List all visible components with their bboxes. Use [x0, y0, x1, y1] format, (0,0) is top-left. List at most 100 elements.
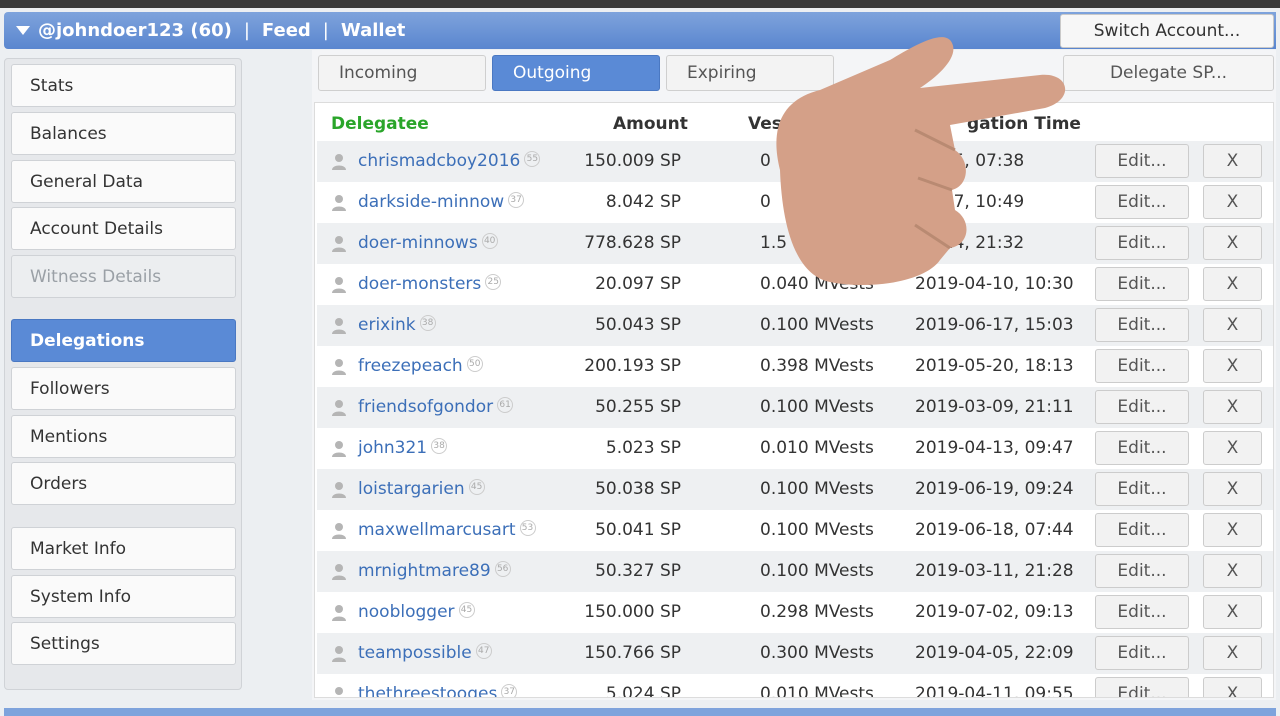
table-row: freezepeach 50 200.193 SP 0.398 MVests 2019-…	[317, 346, 1273, 387]
delegatee-link[interactable]: teampossible	[358, 643, 472, 663]
remove-delegation-button[interactable]: X	[1203, 554, 1262, 588]
reputation-badge: 50	[466, 356, 483, 372]
vests-value: 0.298 MVests	[760, 602, 874, 622]
sidebar-item-settings[interactable]: Settings	[11, 622, 236, 665]
delegatee-link[interactable]: erixink	[358, 315, 416, 335]
amount-value: 8.042 SP	[605, 192, 681, 212]
edit-button[interactable]: Edit...	[1095, 431, 1189, 465]
wallet-link[interactable]: Wallet	[341, 20, 406, 41]
remove-delegation-button[interactable]: X	[1203, 308, 1262, 342]
remove-delegation-button[interactable]: X	[1203, 472, 1262, 506]
tab-expiring[interactable]: Expiring	[666, 55, 834, 91]
remove-delegation-button[interactable]: X	[1203, 636, 1262, 670]
vests-value: 0.100 MVests	[760, 520, 874, 540]
delegatee-link[interactable]: loistargarien	[358, 479, 465, 499]
edit-button[interactable]: Edit...	[1095, 390, 1189, 424]
edit-button[interactable]: Edit...	[1095, 595, 1189, 629]
edit-button[interactable]: Edit...	[1095, 185, 1189, 219]
reputation-badge: 37	[501, 684, 518, 697]
delegation-time-value: 03-14, 21:32	[915, 233, 1025, 253]
user-icon	[332, 646, 346, 662]
sidebar-item-stats[interactable]: Stats	[11, 64, 236, 107]
amount-value: 150.009 SP	[584, 151, 681, 171]
reputation-badge: 61	[497, 397, 514, 413]
user-icon	[332, 236, 346, 252]
remove-delegation-button[interactable]: X	[1203, 390, 1262, 424]
sidebar-item-mentions[interactable]: Mentions	[11, 415, 236, 458]
delegation-time-value: 2019-06-18, 07:44	[915, 520, 1074, 540]
delegatee-link[interactable]: doer-monsters	[358, 274, 481, 294]
delegation-time-value: 2019-07-02, 09:13	[915, 602, 1074, 622]
sidebar-item-followers[interactable]: Followers	[11, 367, 236, 410]
switch-account-button[interactable]: Switch Account...	[1060, 14, 1274, 48]
sidebar-item-delegations[interactable]: Delegations	[11, 319, 236, 362]
reputation-badge: 38	[419, 315, 436, 331]
reputation-badge: 47	[475, 643, 492, 659]
remove-delegation-button[interactable]: X	[1203, 144, 1262, 178]
table-row: darkside-minnow 37 8.042 SP 0 03-17, 10:49 Ed…	[317, 182, 1273, 223]
delegatee-link[interactable]: nooblogger	[358, 602, 455, 622]
sidebar-item-balances[interactable]: Balances	[11, 112, 236, 155]
amount-value: 50.043 SP	[595, 315, 681, 335]
edit-button[interactable]: Edit...	[1095, 513, 1189, 547]
delegatee-link[interactable]: friendsofgondor	[358, 397, 493, 417]
edit-button[interactable]: Edit...	[1095, 636, 1189, 670]
edit-button[interactable]: Edit...	[1095, 226, 1189, 260]
delegatee-link[interactable]: doer-minnows	[358, 233, 478, 253]
edit-button[interactable]: Edit...	[1095, 308, 1189, 342]
column-header-delegatee[interactable]: Delegatee	[331, 114, 429, 134]
delegation-time-value: 03-17, 10:49	[915, 192, 1025, 212]
sidebar-item-orders[interactable]: Orders	[11, 462, 236, 505]
sidebar-item-system-info[interactable]: System Info	[11, 575, 236, 618]
account-name[interactable]: @johndoer123 (60)	[38, 20, 232, 41]
amount-value: 20.097 SP	[595, 274, 681, 294]
edit-button[interactable]: Edit...	[1095, 472, 1189, 506]
remove-delegation-button[interactable]: X	[1203, 677, 1262, 697]
table-row: loistargarien 45 50.038 SP 0.100 MVests 2019…	[317, 469, 1273, 510]
tab-outgoing[interactable]: Outgoing	[492, 55, 660, 91]
vests-value: 0.100 MVests	[760, 315, 874, 335]
remove-delegation-button[interactable]: X	[1203, 185, 1262, 219]
tab-incoming[interactable]: Incoming	[318, 55, 486, 91]
column-header-amount[interactable]: Amount	[613, 114, 688, 134]
edit-button[interactable]: Edit...	[1095, 554, 1189, 588]
header-separator: |	[322, 20, 329, 41]
remove-delegation-button[interactable]: X	[1203, 513, 1262, 547]
sidebar-item-general-data[interactable]: General Data	[11, 160, 236, 203]
reputation-badge: 55	[524, 151, 541, 167]
delegation-time-value: 2019-04-13, 09:47	[915, 438, 1074, 458]
sidebar-item-market-info[interactable]: Market Info	[11, 527, 236, 570]
edit-button[interactable]: Edit...	[1095, 677, 1189, 697]
table-row: friendsofgondor 61 50.255 SP 0.100 MVests 20…	[317, 387, 1273, 428]
delegatee-link[interactable]: darkside-minnow	[358, 192, 504, 212]
amount-value: 150.000 SP	[584, 602, 681, 622]
remove-delegation-button[interactable]: X	[1203, 226, 1262, 260]
delegation-time-value: 2019-06-17, 15:03	[915, 315, 1074, 335]
sidebar-item-account-details[interactable]: Account Details	[11, 207, 236, 250]
reputation-badge: 45	[458, 602, 475, 618]
table-row: doer-monsters 25 20.097 SP 0.040 MVests 2019…	[317, 264, 1273, 305]
delegatee-link[interactable]: maxwellmarcusart	[358, 520, 516, 540]
column-header-vests[interactable]: Ves	[748, 114, 782, 134]
table-row: doer-minnows 40 778.628 SP 1.5 03-14, 21:32 E…	[317, 223, 1273, 264]
delegatee-link[interactable]: freezepeach	[358, 356, 463, 376]
vests-value: 1.5	[760, 233, 788, 253]
account-dropdown-caret-icon[interactable]	[16, 26, 30, 35]
remove-delegation-button[interactable]: X	[1203, 267, 1262, 301]
delegate-sp-button[interactable]: Delegate SP...	[1063, 55, 1274, 91]
delegatee-link[interactable]: mrnightmare89	[358, 561, 491, 581]
delegatee-link[interactable]: john321	[358, 438, 427, 458]
remove-delegation-button[interactable]: X	[1203, 595, 1262, 629]
delegatee-link[interactable]: chrismadcboy2016	[358, 151, 520, 171]
delegatee-link[interactable]: thethreestooges	[358, 684, 497, 697]
amount-value: 5.024 SP	[605, 684, 681, 698]
feed-link[interactable]: Feed	[262, 20, 311, 41]
user-icon	[332, 359, 346, 375]
user-icon	[335, 687, 343, 695]
edit-button[interactable]: Edit...	[1095, 267, 1189, 301]
column-header-delegation-time[interactable]: gation Time	[967, 114, 1081, 134]
remove-delegation-button[interactable]: X	[1203, 349, 1262, 383]
edit-button[interactable]: Edit...	[1095, 144, 1189, 178]
edit-button[interactable]: Edit...	[1095, 349, 1189, 383]
remove-delegation-button[interactable]: X	[1203, 431, 1262, 465]
